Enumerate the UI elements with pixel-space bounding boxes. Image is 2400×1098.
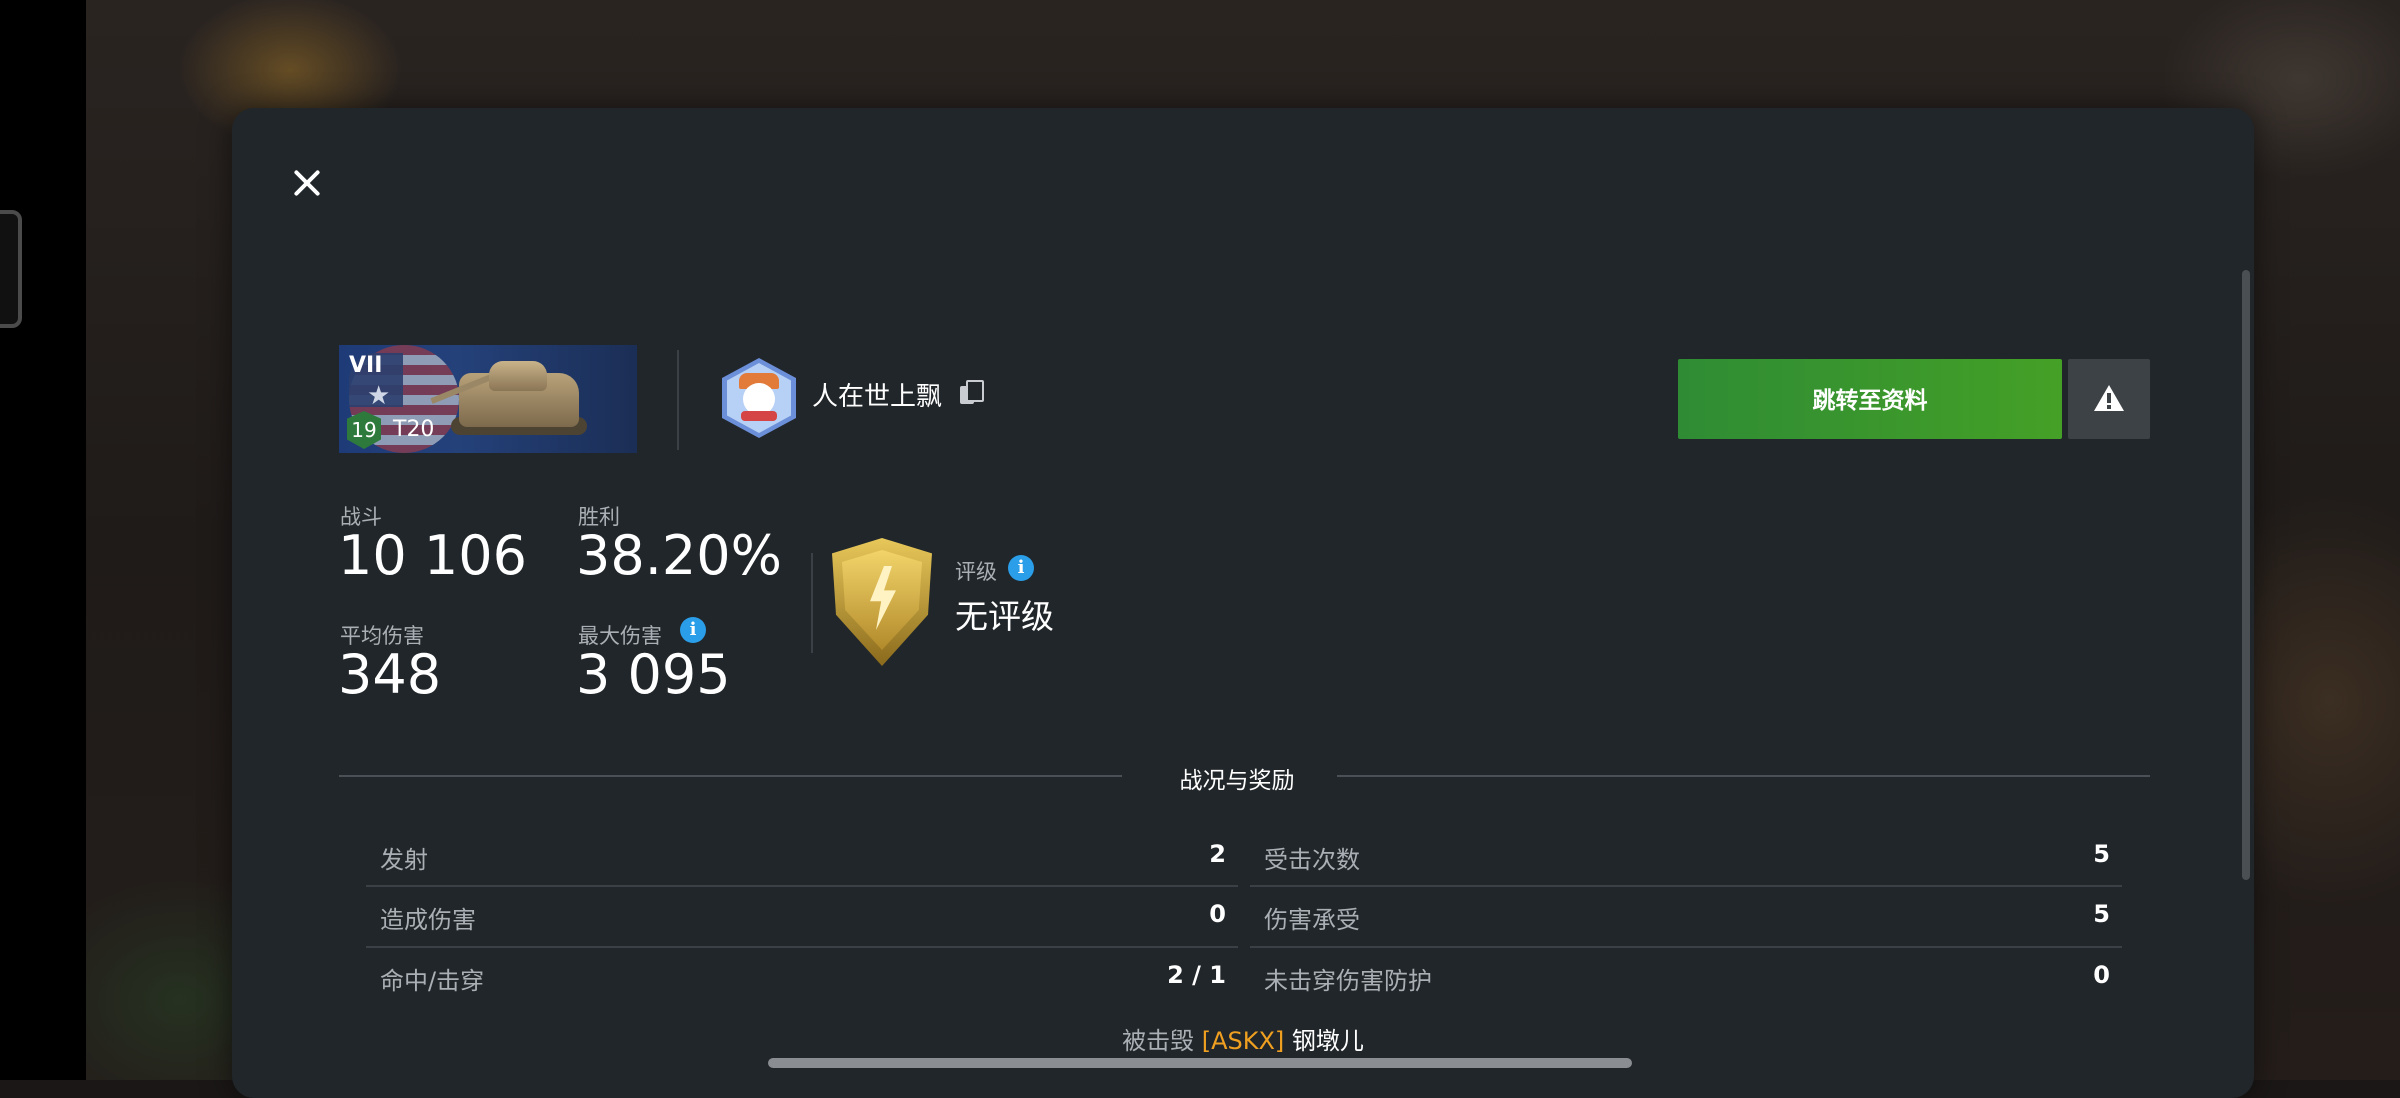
divider: [811, 553, 813, 653]
tank-tier: VII: [349, 353, 383, 378]
battles-value: 10 106: [338, 524, 527, 587]
stat-row-label: 命中/击穿: [380, 967, 485, 995]
stat-row-label: 未击穿伤害防护: [1264, 967, 1432, 995]
stat-row: 未击穿伤害防护 0: [1250, 947, 2122, 1007]
divider: [677, 350, 679, 450]
section-divider: [339, 775, 1122, 777]
max-damage-value: 3 095: [576, 643, 731, 706]
scrollbar[interactable]: [2242, 270, 2250, 880]
copy-icon[interactable]: [960, 380, 984, 404]
info-icon[interactable]: i: [1008, 555, 1034, 581]
destroyed-by-prefix: 被击毁: [1122, 1027, 1195, 1055]
left-edge-bar: [0, 0, 86, 1080]
info-icon[interactable]: i: [680, 617, 706, 643]
stat-row-label: 造成伤害: [380, 906, 476, 934]
player-avatar: [722, 358, 796, 438]
section-divider: [1337, 775, 2150, 777]
stat-row-value: 5: [2093, 840, 2110, 868]
rating-label: 评级: [955, 560, 997, 584]
avg-damage-value: 348: [338, 643, 442, 706]
clan-tag[interactable]: [ASKX]: [1202, 1027, 1285, 1055]
stat-row-value: 2 / 1: [1167, 961, 1226, 989]
side-handle[interactable]: [0, 210, 22, 328]
stat-row-value: 0: [1209, 900, 1226, 928]
stat-row: 命中/击穿 2 / 1: [366, 947, 1238, 1007]
home-indicator[interactable]: [768, 1058, 1632, 1068]
stat-row: 造成伤害 0: [366, 886, 1238, 946]
stat-row-label: 受击次数: [1264, 846, 1360, 874]
destroyed-by-line: 被击毁 [ASKX] 钢墩儿: [232, 1021, 2254, 1056]
stat-row: 发射 2: [366, 826, 1238, 886]
go-to-profile-button[interactable]: 跳转至资料: [1678, 359, 2062, 439]
star-icon: ★: [367, 381, 391, 411]
stat-row-value: 5: [2093, 900, 2110, 928]
killer-name[interactable]: 钢墩儿: [1292, 1027, 1364, 1055]
rating-shield-icon: [832, 538, 932, 666]
tank-card: ★ VII 19 T20: [339, 345, 637, 453]
tank-name: T20: [393, 417, 435, 442]
wins-value: 38.20%: [576, 524, 782, 587]
player-name: 人在世上飘: [812, 382, 943, 412]
close-icon[interactable]: [280, 156, 334, 210]
section-title: 战况与奖励: [1179, 768, 1295, 794]
report-button[interactable]: [2068, 359, 2150, 439]
stat-row: 伤害承受 5: [1250, 886, 2122, 946]
stat-row-label: 发射: [380, 846, 428, 874]
stat-row-value: 0: [2093, 961, 2110, 989]
player-stats-modal: ★ VII 19 T20 人在世上飘 跳转至资料 战斗 10 106 胜利 38…: [232, 108, 2254, 1098]
rating-value: 无评级: [955, 597, 1054, 636]
stat-row-label: 伤害承受: [1264, 906, 1360, 934]
stat-row-value: 2: [1209, 840, 1226, 868]
stat-row: 受击次数 5: [1250, 826, 2122, 886]
